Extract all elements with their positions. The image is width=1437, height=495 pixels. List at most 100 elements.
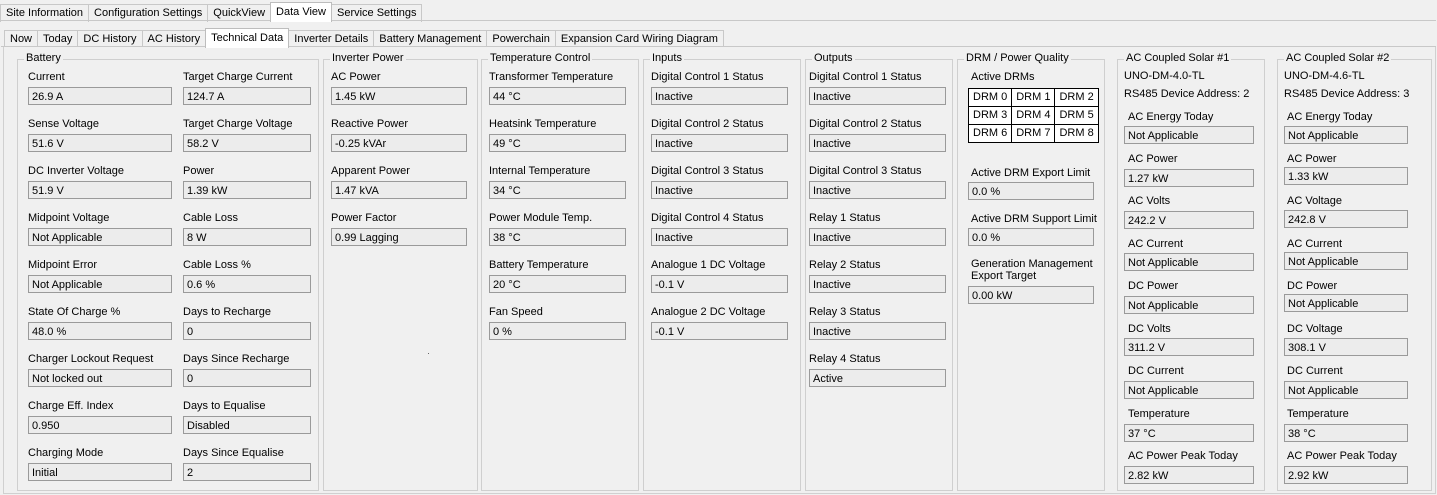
ac-solar-2-dc-power-value: Not Applicable [1284,294,1408,312]
relay-4-status-label: Relay 4 Status [809,353,881,365]
transformer-temperature-value: 44 °C [489,87,626,105]
battery-temperature-label: Battery Temperature [489,259,589,271]
main-tab-bar: Site Information Configuration Settings … [0,2,423,22]
input-digital-control-3-value: Inactive [651,181,788,199]
ac-solar-1-dc-power-value: Not Applicable [1124,296,1254,314]
state-of-charge-value: 48.0 % [28,322,172,340]
relay-2-status-label: Relay 2 Status [809,259,881,271]
outputs-group: Outputs Digital Control 1 Status Inactiv… [805,52,953,491]
heatsink-temperature-value: 49 °C [489,134,626,152]
ac-solar-2-dc-voltage-label: DC Voltage [1287,323,1343,335]
drm-8-cell: DRM 8 [1054,124,1099,143]
ac-solar-2-ac-energy-today-value: Not Applicable [1284,126,1408,144]
ac-solar-1-ac-volts-label: AC Volts [1128,195,1171,207]
stray-dot [428,353,429,354]
charging-mode-value: Initial [28,463,172,481]
ac-solar-1-device-address: RS485 Device Address: 2 [1124,88,1250,100]
ac-solar-1-dc-current-value: Not Applicable [1124,381,1254,399]
battery-group: Battery Current 26.9 A Target Charge Cur… [17,52,319,491]
battery-power-value: 1.39 kW [183,181,311,199]
charging-mode-label: Charging Mode [28,447,104,459]
transformer-temperature-label: Transformer Temperature [489,71,614,83]
ac-solar-2-dc-voltage-value: 308.1 V [1284,338,1408,356]
active-drms-table: DRM 0 DRM 1 DRM 2 DRM 3 DRM 4 DRM 5 DRM … [967,88,1099,143]
ac-solar-1-dc-power-label: DC Power [1128,280,1179,292]
drm-export-limit-label: Active DRM Export Limit [971,167,1091,179]
ac-solar-2-ac-power-peak-label: AC Power Peak Today [1287,450,1397,462]
ac-solar-1-ac-current-label: AC Current [1128,238,1184,250]
export-target-label: Export Target [971,270,1037,282]
midpoint-error-value: Not Applicable [28,275,172,293]
days-since-recharge-label: Days Since Recharge [183,353,290,365]
days-since-equalise-value: 2 [183,463,311,481]
relay-4-status-value: Active [809,369,946,387]
internal-temperature-value: 34 °C [489,181,626,199]
ac-solar-1-dc-volts-value: 311.2 V [1124,338,1254,356]
relay-3-status-value: Inactive [809,322,946,340]
cable-loss-value: 8 W [183,228,311,246]
relay-2-status-value: Inactive [809,275,946,293]
ac-solar-2-device-address: RS485 Device Address: 3 [1284,88,1410,100]
ac-solar-2-ac-current-value: Not Applicable [1284,252,1408,270]
dc-inverter-voltage-value: 51.9 V [28,181,172,199]
analogue-2-dc-voltage-value: -0.1 V [651,322,788,340]
inverter-power-group: Inverter Power AC Power 1.45 kW Reactive… [323,52,478,491]
ac-solar-2-dc-current-value: Not Applicable [1284,381,1408,399]
reactive-power-value: -0.25 kVAr [331,134,467,152]
charger-lockout-request-value: Not locked out [28,369,172,387]
ac-solar-2-ac-current-label: AC Current [1287,238,1343,250]
generation-management-label: Generation Management [971,258,1093,270]
output-digital-control-1-label: Digital Control 1 Status [809,71,922,83]
output-digital-control-2-label: Digital Control 2 Status [809,118,922,130]
charge-eff-index-label: Charge Eff. Index [28,400,114,412]
drm-4-cell: DRM 4 [1011,106,1056,125]
ac-solar-1-ac-power-peak-label: AC Power Peak Today [1128,450,1238,462]
drm-3-cell: DRM 3 [967,106,1013,125]
days-to-recharge-label: Days to Recharge [183,306,272,318]
drm-7-cell: DRM 7 [1011,124,1056,143]
target-charge-voltage-value: 58.2 V [183,134,311,152]
ac-solar-2-temperature-label: Temperature [1287,408,1349,420]
ac-coupled-solar-2-group: AC Coupled Solar #2 UNO-DM-4.6-TL RS485 … [1277,52,1432,491]
output-digital-control-2-value: Inactive [809,134,946,152]
days-since-recharge-value: 0 [183,369,311,387]
ac-solar-2-ac-voltage-value: 242.8 V [1284,210,1408,228]
ac-solar-1-ac-power-label: AC Power [1128,153,1178,165]
output-digital-control-3-label: Digital Control 3 Status [809,165,922,177]
ac-solar-1-dc-volts-label: DC Volts [1128,323,1171,335]
drm-0-cell: DRM 0 [967,88,1013,107]
analogue-1-dc-voltage-value: -0.1 V [651,275,788,293]
temperature-control-group-title: Temperature Control [488,52,593,64]
cable-loss-percent-value: 0.6 % [183,275,311,293]
battery-current-value: 26.9 A [28,87,172,105]
outputs-group-title: Outputs [812,52,855,64]
ac-solar-1-model: UNO-DM-4.0-TL [1124,70,1205,82]
output-digital-control-3-value: Inactive [809,181,946,199]
midpoint-voltage-label: Midpoint Voltage [28,212,110,224]
ac-solar-2-temperature-value: 38 °C [1284,424,1408,442]
input-digital-control-3-label: Digital Control 3 Status [651,165,764,177]
tab-data-view[interactable]: Data View [270,2,332,22]
power-module-temp-value: 38 °C [489,228,626,246]
input-digital-control-4-label: Digital Control 4 Status [651,212,764,224]
tab-technical-data[interactable]: Technical Data [205,28,290,48]
ac-solar-2-dc-current-label: DC Current [1287,365,1343,377]
days-since-equalise-label: Days Since Equalise [183,447,284,459]
drm-support-limit-value: 0.0 % [968,228,1094,246]
charger-lockout-request-label: Charger Lockout Request [28,353,154,365]
main-tab-divider [1,20,1436,21]
sense-voltage-label: Sense Voltage [28,118,99,130]
reactive-power-label: Reactive Power [331,118,409,130]
inputs-group-title: Inputs [650,52,684,64]
drm-6-cell: DRM 6 [967,124,1013,143]
drm-power-quality-group: DRM / Power Quality Active DRMs DRM 0 DR… [957,52,1105,491]
data-view-tab-bar: Now Today DC History AC History Technica… [4,28,724,48]
ac-solar-1-ac-power-value: 1.27 kW [1124,169,1254,187]
ac-solar-2-ac-voltage-label: AC Voltage [1287,195,1343,207]
ac-solar-2-model: UNO-DM-4.6-TL [1284,70,1365,82]
input-digital-control-4-value: Inactive [651,228,788,246]
ac-solar-1-temperature-label: Temperature [1128,408,1190,420]
input-digital-control-1-value: Inactive [651,87,788,105]
drm-group-title: DRM / Power Quality [964,52,1071,64]
charge-eff-index-value: 0.950 [28,416,172,434]
